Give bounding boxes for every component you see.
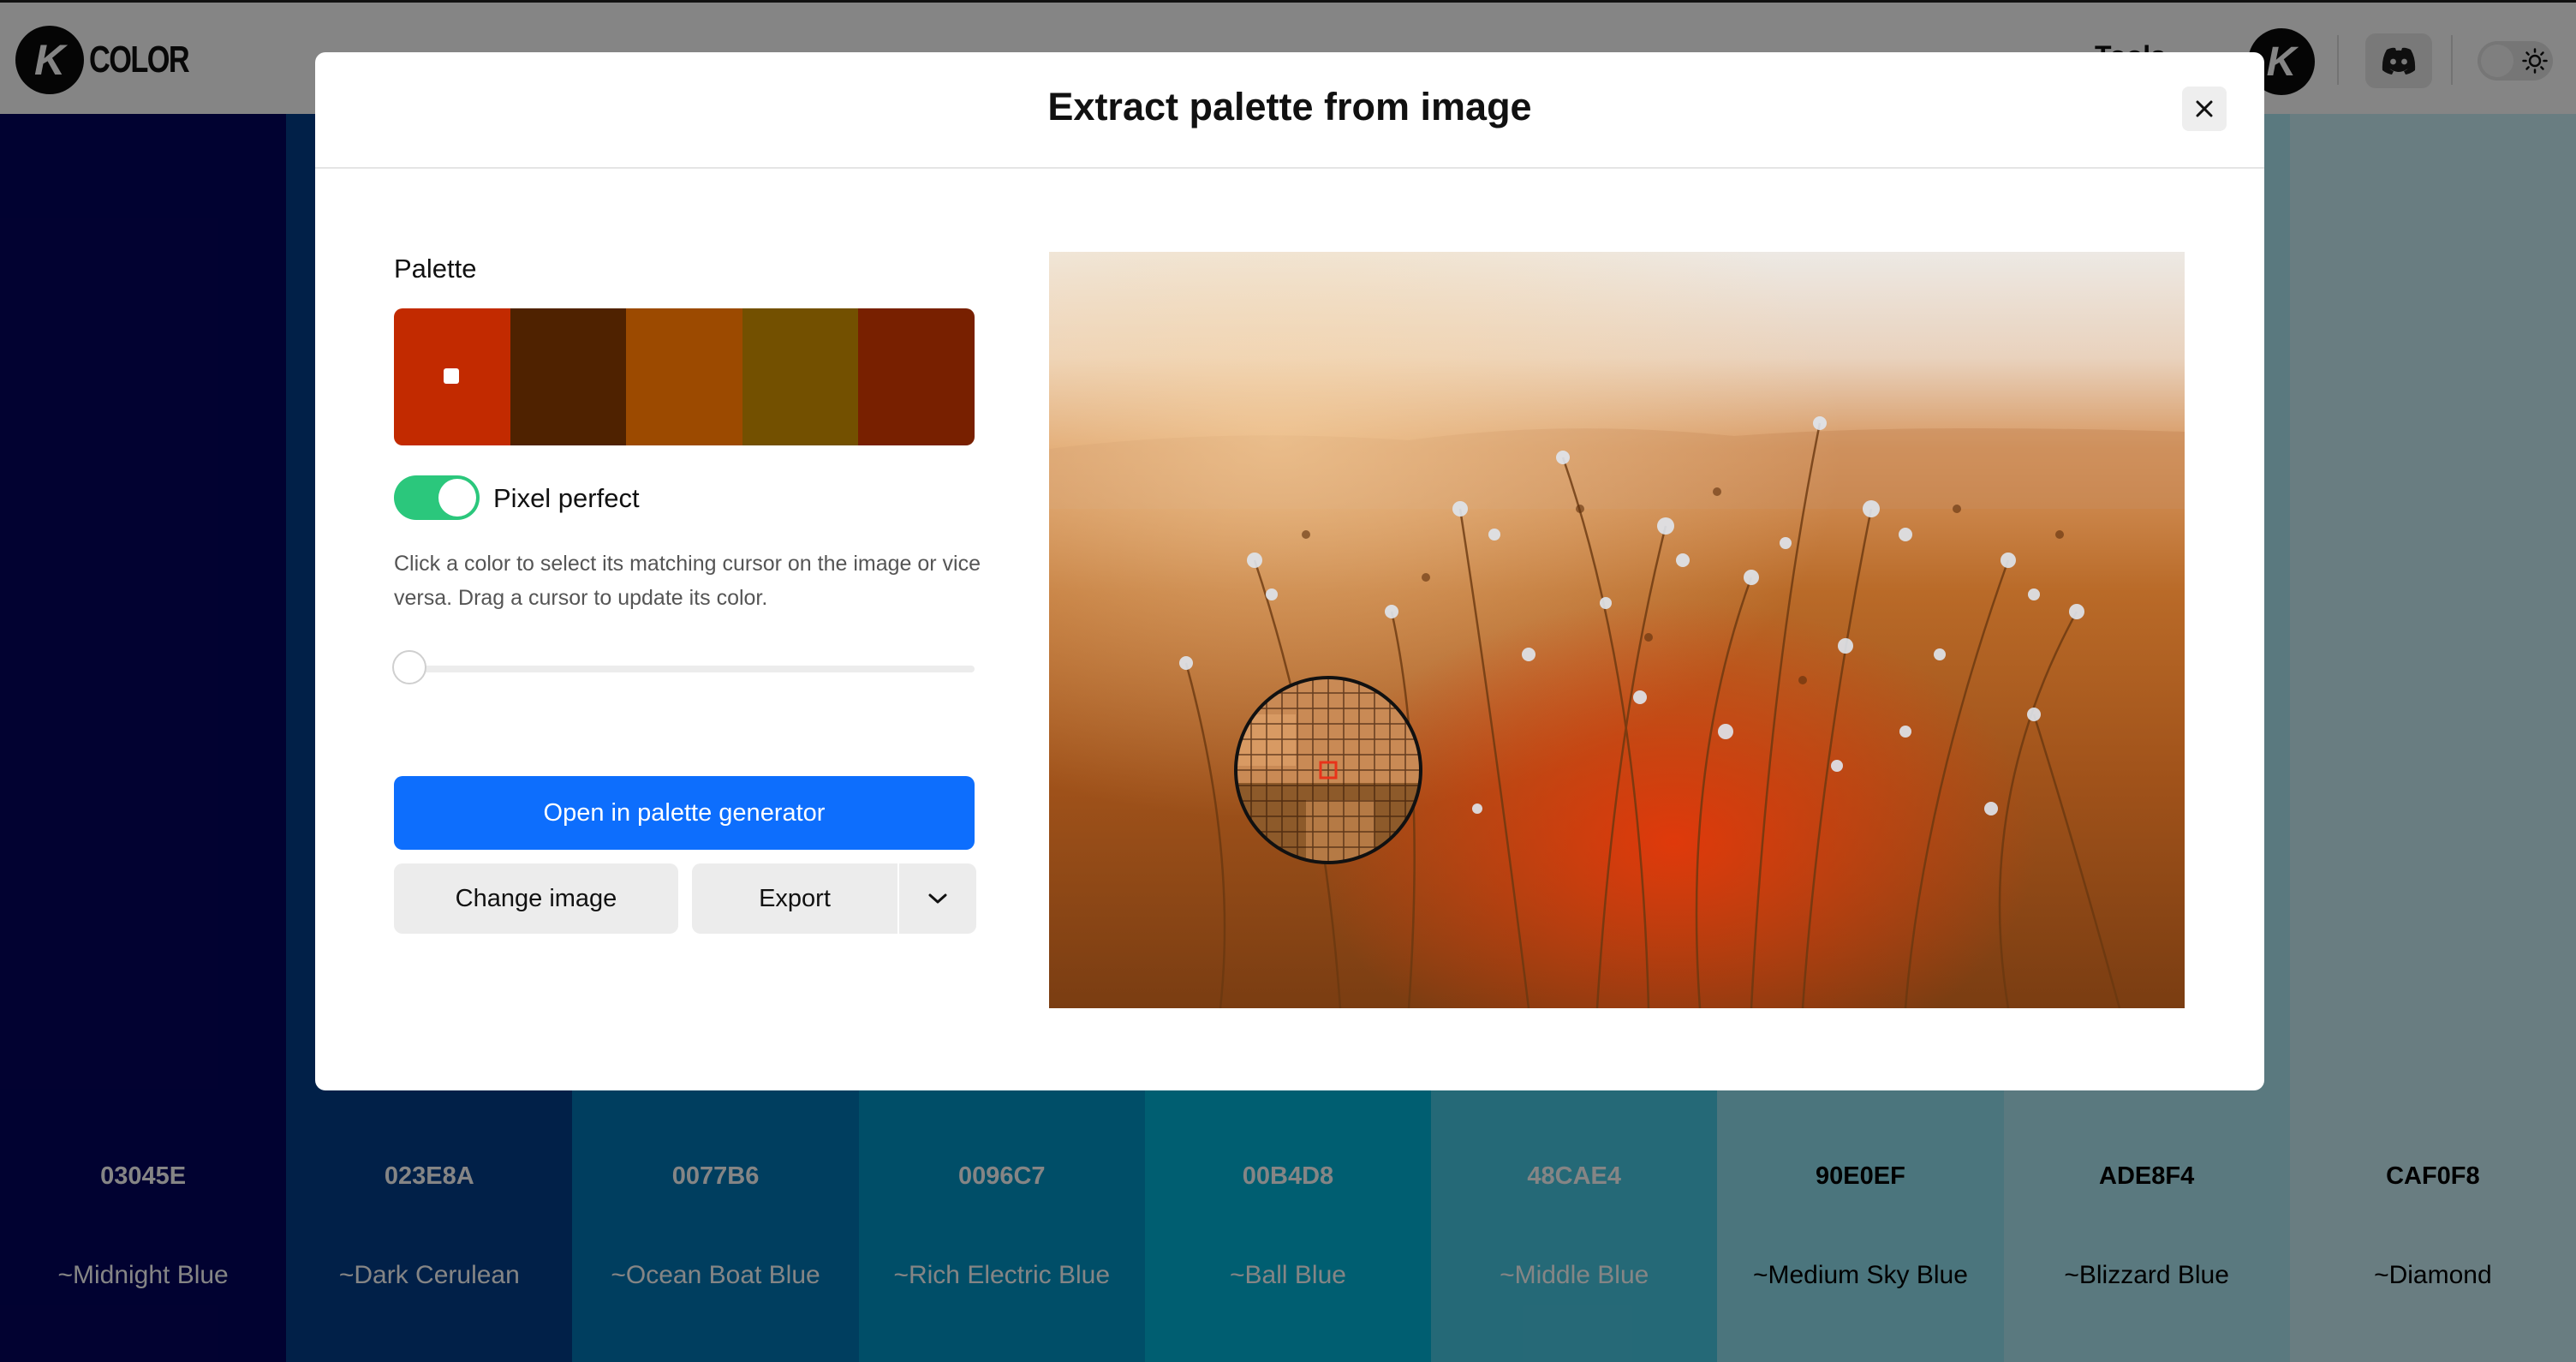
pixel-perfect-label: Pixel perfect (493, 483, 640, 513)
palette-swatch[interactable] (394, 308, 510, 445)
pixel-perfect-toggle[interactable] (394, 475, 480, 520)
modal-title: Extract palette from image (1047, 85, 1532, 128)
export-button[interactable]: Export (692, 863, 897, 934)
palette-label: Palette (394, 254, 477, 284)
modal-header: Extract palette from image (315, 52, 2264, 169)
export-options-button[interactable] (897, 863, 976, 934)
palette-swatch[interactable] (742, 308, 859, 445)
toggle-knob (438, 479, 476, 517)
extract-palette-modal: Extract palette from image Palette Pixel… (315, 52, 2264, 1090)
palette-swatch[interactable] (858, 308, 975, 445)
source-image[interactable] (1049, 252, 2185, 1008)
help-text: Click a color to select its matching cur… (394, 552, 981, 610)
palette-swatch[interactable] (510, 308, 627, 445)
slider-thumb[interactable] (392, 650, 426, 684)
open-in-generator-button[interactable]: Open in palette generator (394, 776, 975, 850)
color-cursor-loupe[interactable] (1234, 676, 1422, 864)
selected-indicator (444, 368, 459, 384)
color-count-slider[interactable] (392, 650, 975, 684)
close-button[interactable] (2182, 87, 2227, 131)
chevron-down-icon (928, 893, 947, 904)
change-image-button[interactable]: Change image (394, 863, 678, 934)
close-icon (2196, 100, 2213, 117)
palette-swatches (394, 308, 975, 445)
palette-swatch[interactable] (626, 308, 742, 445)
